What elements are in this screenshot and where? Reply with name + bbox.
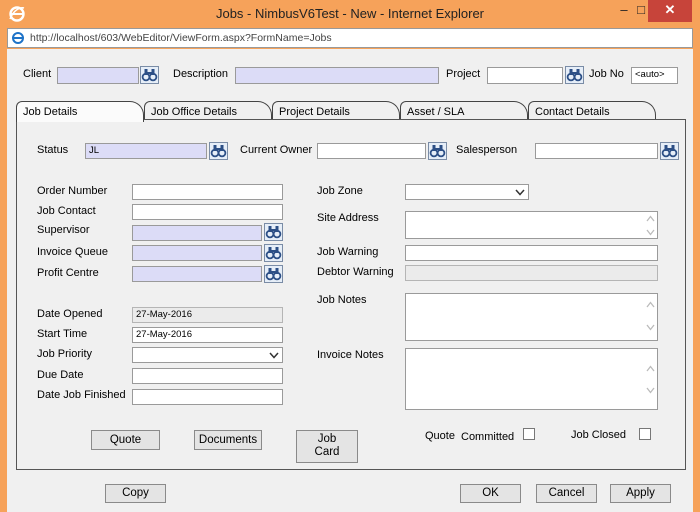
job-priority-select[interactable] xyxy=(132,347,283,363)
project-input[interactable] xyxy=(487,67,563,84)
ok-button[interactable]: OK xyxy=(460,484,521,503)
binoculars-icon xyxy=(429,145,446,158)
current-owner-input[interactable] xyxy=(317,143,426,159)
profit-centre-input[interactable] xyxy=(132,266,262,282)
binoculars-icon xyxy=(566,69,583,82)
status-label: Status xyxy=(37,144,69,156)
quote-committed-label-2: Committed xyxy=(461,431,515,443)
supervisor-label: Supervisor xyxy=(37,224,90,236)
date-opened-label: Date Opened xyxy=(37,308,103,320)
profit-centre-lookup-button[interactable] xyxy=(264,265,283,283)
tab-job-details[interactable]: Job Details xyxy=(16,101,144,122)
minimize-button[interactable]: – xyxy=(614,0,634,22)
page-icon xyxy=(12,32,24,44)
copy-button[interactable]: Copy xyxy=(105,484,166,503)
binoculars-icon xyxy=(265,226,282,239)
salesperson-label: Salesperson xyxy=(456,144,518,156)
binoculars-icon xyxy=(141,69,158,82)
binoculars-icon xyxy=(210,145,227,158)
documents-button[interactable]: Documents xyxy=(194,430,262,450)
binoculars-icon xyxy=(265,268,282,281)
quote-committed-label-1: Quote xyxy=(425,430,455,442)
title-bar: Jobs - NimbusV6Test - New - Internet Exp… xyxy=(0,0,700,28)
job-warning-label: Job Warning xyxy=(317,246,379,258)
job-card-label-line-2: Card xyxy=(314,446,340,458)
job-notes-label: Job Notes xyxy=(317,294,367,306)
client-lookup-button[interactable] xyxy=(140,66,159,84)
maximize-button[interactable]: □ xyxy=(634,0,648,22)
site-address-label: Site Address xyxy=(317,212,379,224)
job-priority-label: Job Priority xyxy=(37,348,93,360)
job-notes-textarea[interactable] xyxy=(405,293,658,341)
supervisor-lookup-button[interactable] xyxy=(264,223,283,241)
invoice-queue-label: Invoice Queue xyxy=(37,246,108,258)
debtor-warning-value xyxy=(405,265,658,281)
status-input[interactable]: JL xyxy=(85,143,207,159)
chevron-down-icon xyxy=(515,189,525,196)
debtor-warning-label: Debtor Warning xyxy=(317,266,394,278)
description-label: Description xyxy=(173,68,229,80)
client-input[interactable] xyxy=(57,67,139,84)
date-job-finished-input[interactable] xyxy=(132,389,283,405)
scroll-down-icon[interactable] xyxy=(646,229,655,236)
apply-button[interactable]: Apply xyxy=(610,484,671,503)
due-date-input[interactable] xyxy=(132,368,283,384)
description-input[interactable] xyxy=(235,67,439,84)
chevron-down-icon xyxy=(269,352,279,359)
scroll-up-icon[interactable] xyxy=(646,365,655,372)
order-number-label: Order Number xyxy=(37,185,108,197)
job-contact-input[interactable] xyxy=(132,204,283,220)
job-card-label-line-1: Job xyxy=(317,433,337,445)
invoice-queue-lookup-button[interactable] xyxy=(264,244,283,262)
scroll-down-icon[interactable] xyxy=(646,387,655,394)
job-warning-input[interactable] xyxy=(405,245,658,261)
binoculars-icon xyxy=(265,247,282,260)
binoculars-icon xyxy=(661,145,678,158)
current-owner-label: Current Owner xyxy=(240,144,313,156)
site-address-textarea[interactable] xyxy=(405,211,658,239)
invoice-notes-textarea[interactable] xyxy=(405,348,658,410)
invoice-queue-input[interactable] xyxy=(132,245,262,261)
close-button[interactable]: ✕ xyxy=(648,0,692,22)
job-no-value: <auto> xyxy=(631,67,678,84)
project-label: Project xyxy=(446,68,481,80)
job-contact-label: Job Contact xyxy=(37,205,96,217)
job-closed-checkbox[interactable] xyxy=(639,428,651,440)
profit-centre-label: Profit Centre xyxy=(37,267,99,279)
job-no-label: Job No xyxy=(589,68,624,80)
supervisor-input[interactable] xyxy=(132,225,262,241)
invoice-notes-label: Invoice Notes xyxy=(317,349,384,361)
salesperson-lookup-button[interactable] xyxy=(660,142,679,160)
project-lookup-button[interactable] xyxy=(565,66,584,84)
tab-job-office-details[interactable]: Job Office Details xyxy=(144,101,272,120)
current-owner-lookup-button[interactable] xyxy=(428,142,447,160)
address-bar[interactable]: http://localhost/603/WebEditor/ViewForm.… xyxy=(7,28,693,48)
date-opened-value: 27-May-2016 xyxy=(132,307,283,323)
scroll-up-icon[interactable] xyxy=(646,301,655,308)
tab-contact-details[interactable]: Contact Details xyxy=(528,101,656,120)
job-card-button[interactable]: Job Card xyxy=(296,430,358,463)
job-closed-label: Job Closed xyxy=(571,429,627,441)
quote-button[interactable]: Quote xyxy=(91,430,160,450)
start-time-label: Start Time xyxy=(37,328,88,340)
address-url: http://localhost/603/WebEditor/ViewForm.… xyxy=(30,32,332,44)
due-date-label: Due Date xyxy=(37,369,84,381)
quote-committed-checkbox[interactable] xyxy=(523,428,535,440)
tab-asset-sla[interactable]: Asset / SLA xyxy=(400,101,528,120)
date-job-finished-label: Date Job Finished xyxy=(37,389,126,401)
status-lookup-button[interactable] xyxy=(209,142,228,160)
client-label: Client xyxy=(23,68,52,80)
start-time-input[interactable]: 27-May-2016 xyxy=(132,327,283,343)
order-number-input[interactable] xyxy=(132,184,283,200)
cancel-button[interactable]: Cancel xyxy=(536,484,597,503)
job-zone-label: Job Zone xyxy=(317,185,363,197)
scroll-up-icon[interactable] xyxy=(646,215,655,222)
job-zone-select[interactable] xyxy=(405,184,529,200)
tab-project-details[interactable]: Project Details xyxy=(272,101,400,120)
salesperson-input[interactable] xyxy=(535,143,658,159)
window-title: Jobs - NimbusV6Test - New - Internet Exp… xyxy=(215,6,485,21)
scroll-down-icon[interactable] xyxy=(646,324,655,331)
